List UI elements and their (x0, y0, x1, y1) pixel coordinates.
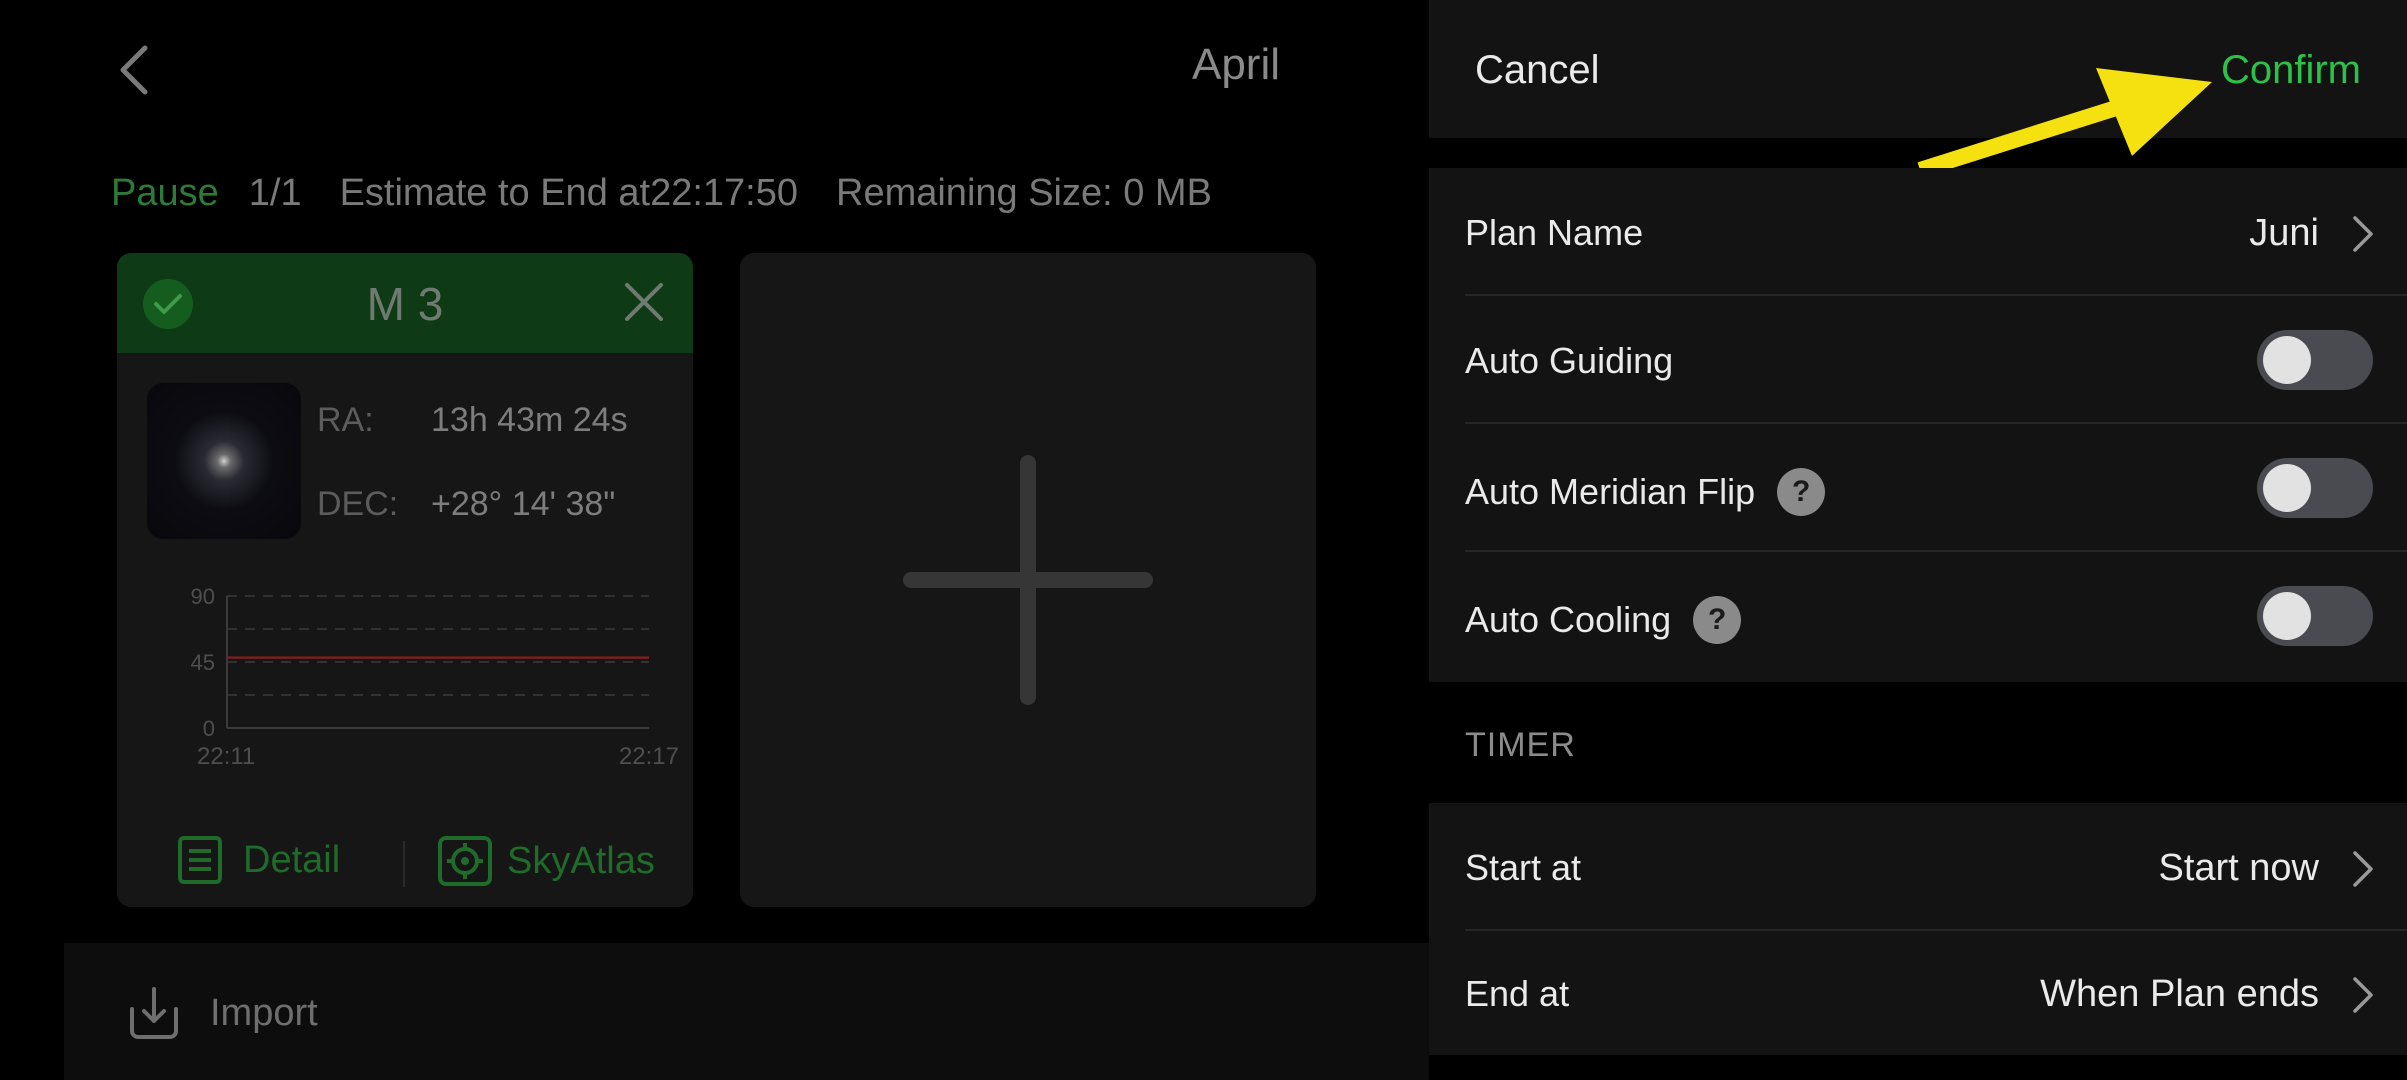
auto-cooling-row: Auto Cooling ? (1429, 552, 2407, 680)
auto-meridian-flip-toggle[interactable] (2257, 458, 2373, 518)
plan-title: April (1191, 40, 1280, 89)
import-button[interactable]: Import (124, 985, 318, 1041)
target-crosshair-icon (438, 836, 492, 886)
plan-name-value: Juni (2249, 212, 2319, 254)
target-thumbnail (147, 383, 301, 539)
chart-x-tick-label: 22:11 (197, 743, 255, 770)
document-icon (178, 836, 222, 884)
import-bar: Import (64, 943, 1429, 1080)
remaining-size: Remaining Size: 0 MB (836, 172, 1212, 214)
plan-settings-panel: Cancel Confirm Plan Name Juni Auto Guidi… (1429, 0, 2407, 1080)
confirm-button[interactable]: Confirm (2221, 48, 2361, 93)
toggle-knob (2263, 336, 2311, 384)
auto-cooling-label-wrap: Auto Cooling ? (1465, 596, 1742, 644)
import-download-icon (130, 987, 178, 1039)
plan-name-row[interactable]: Plan Name Juni (1429, 168, 2407, 296)
chart-y-tick-label: 90 (191, 588, 215, 609)
pause-button[interactable]: Pause (111, 172, 219, 214)
chart-y-tick-label: 45 (191, 650, 215, 675)
auto-guiding-toggle[interactable] (2257, 330, 2373, 390)
auto-meridian-flip-label-wrap: Auto Meridian Flip ? (1465, 468, 1826, 516)
ra-value: 13h 43m 24s (431, 401, 628, 439)
dec-value: +28° 14' 38" (431, 485, 616, 523)
back-button[interactable] (112, 42, 156, 98)
actions-divider (403, 841, 405, 887)
remove-target-button[interactable] (621, 279, 667, 325)
plan-name-label: Plan Name (1465, 212, 1644, 253)
target-card[interactable]: M 3 RA: 13h 43m 24s DEC: +28° 14' 38" 90… (117, 253, 693, 907)
skyatlas-button[interactable]: SkyAtlas (437, 835, 655, 887)
add-target-button[interactable] (740, 253, 1316, 907)
plan-view: April Pause 1/1 Estimate to End at22:17:50… (0, 0, 1429, 1080)
plan-options-group: Plan Name Juni Auto Guiding Auto Meridia… (1429, 168, 2407, 682)
plan-status-row: Pause 1/1 Estimate to End at22:17:50 Remain… (111, 172, 1250, 215)
auto-guiding-row: Auto Guiding (1429, 296, 2407, 424)
toggle-knob (2263, 592, 2311, 640)
chevron-left-icon (120, 45, 148, 95)
chart-y-tick-label: 0 (203, 716, 215, 741)
timer-section-title: TIMER (1465, 726, 1576, 764)
ra-label: RA: (317, 401, 374, 439)
timer-group: Start at Start now End at When Plan ends (1429, 803, 2407, 1055)
end-at-label: End at (1465, 973, 1570, 1014)
cancel-button[interactable]: Cancel (1475, 48, 1600, 93)
chart-x-tick-label: 22:17 (619, 743, 679, 770)
auto-cooling-toggle[interactable] (2257, 586, 2373, 646)
auto-meridian-flip-label: Auto Meridian Flip (1465, 471, 1756, 512)
plan-progress: 1/1 (248, 172, 302, 214)
end-at-row[interactable]: End at When Plan ends (1429, 929, 2407, 1057)
help-icon[interactable]: ? (1777, 468, 1826, 516)
chevron-right-icon (2353, 977, 2373, 1013)
altitude-chart: 90 45 022:11 22:17 (191, 588, 679, 770)
auto-guiding-label: Auto Guiding (1465, 340, 1674, 381)
help-icon[interactable]: ? (1693, 596, 1742, 644)
target-name: M 3 (366, 278, 444, 330)
target-card-header: M 3 (117, 253, 693, 353)
chevron-right-icon (2353, 851, 2373, 887)
skyatlas-label: SkyAtlas (507, 839, 655, 882)
annotation-arrow-icon (1917, 68, 2212, 178)
toggle-knob (2263, 464, 2311, 512)
start-at-value: Start now (2158, 847, 2319, 889)
chevron-right-icon (2353, 216, 2373, 252)
start-at-row[interactable]: Start at Start now (1429, 803, 2407, 931)
detail-button[interactable]: Detail (177, 835, 340, 885)
estimate-end: Estimate to End at22:17:50 (339, 172, 798, 214)
auto-cooling-label: Auto Cooling (1465, 599, 1672, 640)
panel-header: Cancel Confirm (1429, 0, 2407, 178)
end-at-value: When Plan ends (2040, 973, 2319, 1015)
dec-label: DEC: (317, 485, 399, 523)
start-at-label: Start at (1465, 847, 1582, 888)
detail-label: Detail (243, 838, 341, 881)
target-card-actions: Detail SkyAtlas (117, 813, 693, 907)
close-icon (625, 283, 663, 321)
auto-meridian-flip-row: Auto Meridian Flip ? (1429, 424, 2407, 552)
plus-icon-bar (903, 572, 1153, 588)
import-label: Import (210, 991, 318, 1034)
